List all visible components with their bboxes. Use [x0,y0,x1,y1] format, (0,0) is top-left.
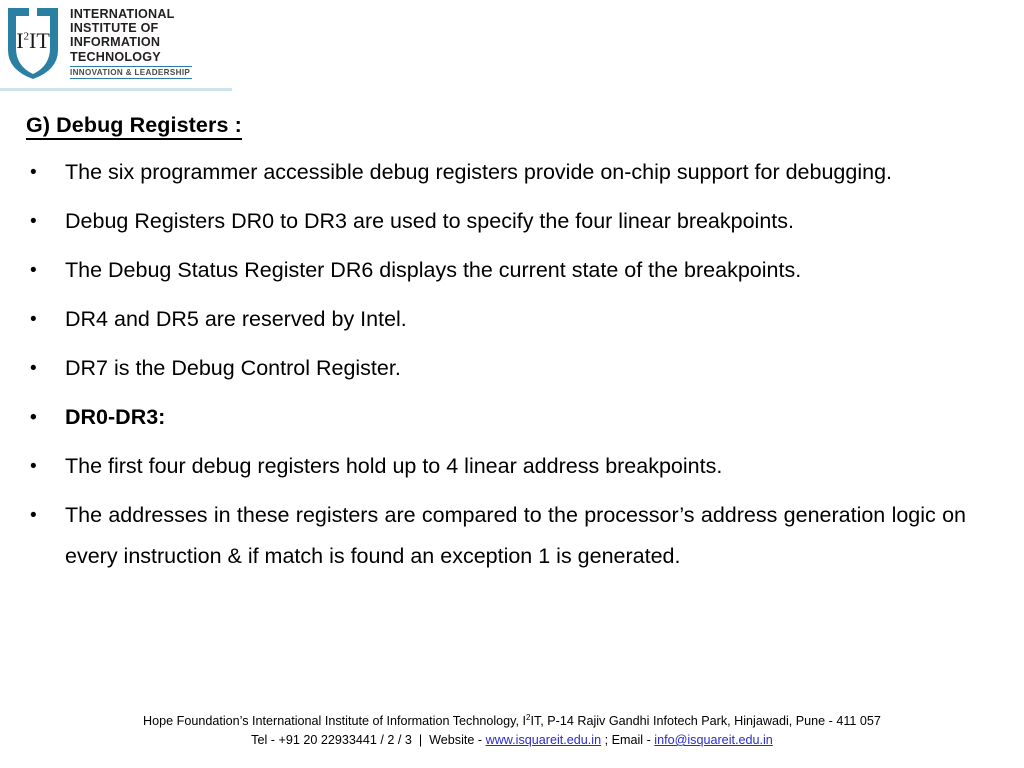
footer-email-separator: ; Email - [601,733,655,747]
bullet-item-4: DR4 and DR5 are reserved by Intel. [26,299,966,340]
shield-logo-icon: I2IT [4,4,62,80]
logo-wordmark: INTERNATIONAL INSTITUTE OF INFORMATION T… [70,4,192,79]
bullet-item-8: The addresses in these registers are com… [26,495,966,577]
footer-email-link[interactable]: info@isquareit.edu.in [654,733,773,747]
page-title: G) Debug Registers : [26,113,242,140]
logo-word-line-4: TECHNOLOGY [70,49,161,64]
shield-logo-text-it: IT [29,28,50,53]
footer-address-pre: Hope Foundation’s International Institut… [143,714,526,728]
bullet-item-7: The first four debug registers hold up t… [26,446,966,487]
footer-address-line: Hope Foundation’s International Institut… [0,712,1024,731]
header-divider [0,88,232,91]
logo-word-line-3: INFORMATION [70,35,161,50]
footer-telephone: Tel - +91 20 22933441 / 2 / 3 | Website … [251,733,486,747]
logo-word-line-2: INSTITUTE OF [70,21,159,36]
shield-logo-text: I2IT [4,30,62,52]
footer-address-post: IT, P-14 Rajiv Gandhi Infotech Park, Hin… [530,714,881,728]
page-title-text: G) Debug Registers : [26,113,242,140]
logo-tagline-box: INNOVATION & LEADERSHIP [70,65,192,79]
logo-tagline: INNOVATION & LEADERSHIP [70,67,191,77]
bullet-item-3: The Debug Status Register DR6 displays t… [26,250,966,291]
slide-header: I2IT INTERNATIONAL INSTITUTE OF INFORMAT… [0,0,240,96]
footer-website-link[interactable]: www.isquareit.edu.in [486,733,602,747]
bullet-item-5: DR7 is the Debug Control Register. [26,348,966,389]
bullet-item-1: The six programmer accessible debug regi… [26,152,966,193]
shield-logo-text-i: I [16,28,24,53]
slide-footer: Hope Foundation’s International Institut… [0,712,1024,750]
footer-contact-line: Tel - +91 20 22933441 / 2 / 3 | Website … [0,731,1024,750]
bullet-item-6: DR0-DR3: [26,397,966,438]
logo-word-line-1: INTERNATIONAL [70,7,175,21]
bullet-item-2: Debug Registers DR0 to DR3 are used to s… [26,201,966,242]
bullet-list: The six programmer accessible debug regi… [26,152,966,577]
institute-logo: I2IT INTERNATIONAL INSTITUTE OF INFORMAT… [4,4,192,80]
